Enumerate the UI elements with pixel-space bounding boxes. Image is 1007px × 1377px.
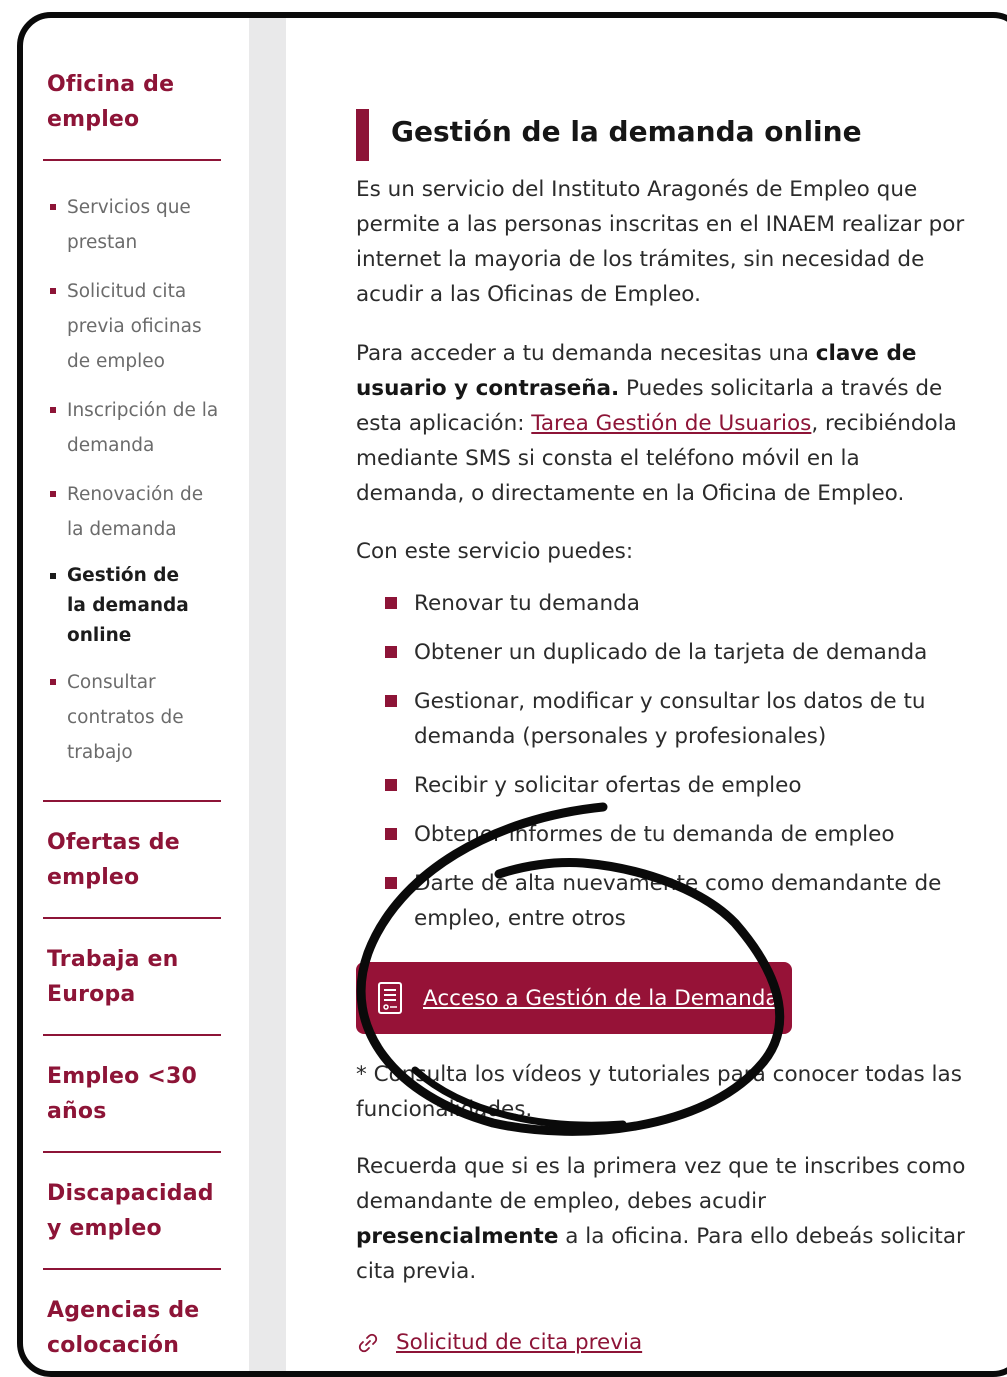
access-paragraph: Para acceder a tu demanda necesitas una … <box>356 341 957 506</box>
sidebar-subnav: Servicios que prestan Solicitud cita pre… <box>47 190 237 784</box>
document-form-icon <box>378 982 402 1014</box>
main-content: Gestión de la demanda online Es un servi… <box>286 18 1007 1371</box>
sidebar-section-oficina-de-empleo[interactable]: Oficina de empleo <box>47 67 187 137</box>
sidebar-section-agencias[interactable]: Agencias de colocación <box>47 1293 207 1363</box>
sidebar-divider <box>43 1034 221 1036</box>
sidebar-item-renovacion[interactable]: Renovación de la demanda <box>47 477 217 547</box>
user-management-link[interactable]: Tarea Gestión de Usuarios <box>531 411 811 436</box>
appointment-link-row: Solicitud de cita previa <box>356 1325 642 1360</box>
sidebar-section-discapacidad[interactable]: Discapacidad y empleo <box>47 1176 217 1246</box>
sidebar-divider <box>43 159 221 161</box>
tutorials-note: * Consulta los vídeos y tutoriales para … <box>356 1062 962 1122</box>
sidebar-item-inscripcion[interactable]: Inscripción de la demanda <box>47 393 237 463</box>
sidebar-item-servicios[interactable]: Servicios que prestan <box>47 190 217 260</box>
list-item: Gestionar, modificar y consultar los dat… <box>384 684 964 754</box>
sidebar-item-gestion-demanda-online[interactable]: Gestión de la demanda online <box>47 561 197 651</box>
sidebar-section-ofertas[interactable]: Ofertas de empleo <box>47 825 187 895</box>
list-item: Renovar tu demanda <box>384 586 964 621</box>
list-item: Obtener informes de tu demanda de empleo <box>384 817 964 852</box>
access-button-label: Acceso a Gestión de la Demanda <box>423 985 779 1011</box>
link-icon <box>358 1333 378 1352</box>
access-demand-management-button[interactable]: Acceso a Gestión de la Demanda <box>356 962 792 1034</box>
sidebar-divider <box>43 917 221 919</box>
sidebar-divider <box>43 1151 221 1153</box>
in-person-emphasis: presencialmente <box>356 1224 559 1249</box>
list-item: Obtener un duplicado de la tarjeta de de… <box>384 635 964 670</box>
list-intro: Con este servicio puedes: <box>356 539 634 564</box>
list-item: Recibir y solicitar ofertas de empleo <box>384 768 964 803</box>
list-item: Darte de alta nuevamente como demandante… <box>384 866 964 936</box>
page-title: Gestión de la demanda online <box>356 108 862 161</box>
column-gutter <box>249 18 286 1371</box>
sidebar-divider <box>43 800 221 802</box>
sidebar-divider <box>43 1268 221 1270</box>
appointment-link[interactable]: Solicitud de cita previa <box>396 1325 642 1360</box>
service-list: Renovar tu demanda Obtener un duplicado … <box>384 586 964 950</box>
page-frame: Oficina de empleo Servicios que prestan … <box>17 12 1007 1377</box>
sidebar-section-empleo-30[interactable]: Empleo <30 años <box>47 1059 197 1129</box>
intro-paragraph: Es un servicio del Instituto Aragonés de… <box>356 177 965 307</box>
sidebar-section-europa[interactable]: Trabaja en Europa <box>47 942 187 1012</box>
sidebar-item-cita-previa[interactable]: Solicitud cita previa oficinas de empleo <box>47 274 217 379</box>
sidebar-item-contratos[interactable]: Consultar contratos de trabajo <box>47 665 207 770</box>
sidebar-nav: Oficina de empleo Servicios que prestan … <box>41 18 249 1371</box>
first-time-paragraph: Recuerda que si es la primera vez que te… <box>356 1154 966 1284</box>
